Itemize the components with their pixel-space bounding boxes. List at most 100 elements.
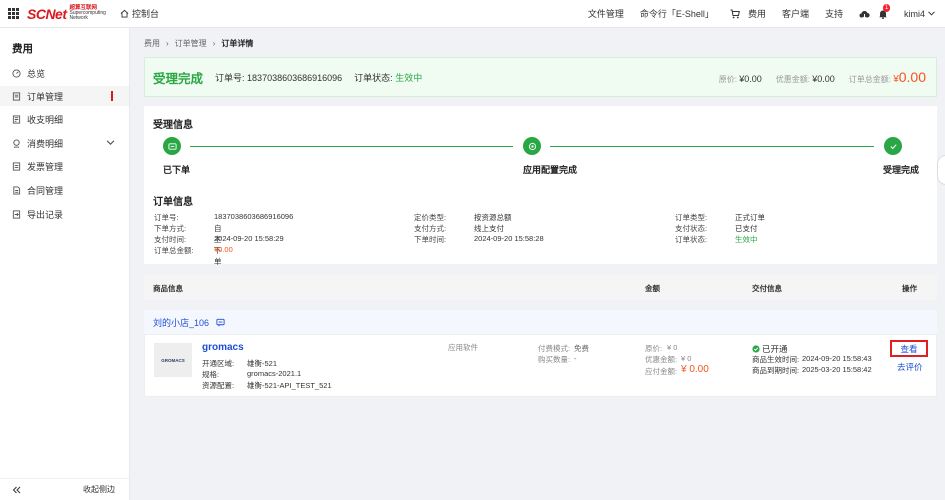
end-value: 2025-03-20 15:58:42 (802, 365, 872, 374)
col-amount: 金额 (645, 284, 660, 293)
effective-time: 商品生效时间: 2024-09-20 15:58:43 (752, 354, 872, 365)
info-key: 订单类型: (675, 213, 708, 222)
info-key: 定价类型: (414, 213, 447, 222)
sidebar-collapse[interactable]: 收起侧边 (0, 478, 129, 500)
sidebar-item-contract[interactable]: 合同管理 (0, 180, 129, 200)
console-link[interactable]: 控制台 (120, 7, 159, 20)
order-detail-card: 受理信息 已下单 应用配置完成 受理完成 订单信息 订单号: 1837038603… (144, 106, 937, 266)
progress-line (190, 146, 513, 147)
product-name[interactable]: gromacs (202, 342, 244, 353)
col-action: 操作 (902, 284, 917, 293)
breadcrumb-separator: › (166, 39, 169, 48)
collapse-label: 收起侧边 (83, 485, 115, 494)
info-pay-status: 支付状态: 已支付 (675, 223, 758, 234)
chevron-down-icon (928, 11, 935, 16)
double-chevron-left-icon (12, 486, 21, 493)
total-label: 订单总金额: (848, 75, 891, 84)
rate-link[interactable]: 去评价 (897, 361, 923, 373)
info-key: 下单时间: (414, 235, 447, 244)
sidebar-item-label: 收支明细 (27, 114, 64, 125)
info-value: 正式订单 (735, 213, 765, 222)
cart-icon[interactable] (730, 9, 740, 19)
info-value: 按资源总额 (474, 213, 512, 222)
breadcrumb-cost[interactable]: 费用 (144, 38, 160, 49)
info-pay-time: 支付时间: 2024-09-20 15:58:29 (154, 234, 284, 245)
notification-badge: 1 (882, 3, 891, 12)
total-value: 0.00 (898, 69, 926, 85)
order-info-title: 订单信息 (153, 197, 193, 208)
settings-icon (528, 142, 536, 150)
info-order-no: 订单号: 1837038603686916096 (154, 212, 293, 223)
step-label-configured: 应用配置完成 (523, 165, 578, 175)
sidebar-item-ledger[interactable]: 收支明细 (0, 109, 129, 129)
check-circle-icon (752, 345, 760, 353)
cost-link[interactable]: 费用 (748, 7, 766, 20)
chevron-down-icon (106, 140, 115, 145)
spec-label: 规格: (202, 370, 220, 379)
breadcrumb-orders[interactable]: 订单管理 (175, 38, 207, 49)
info-key: 订单总金额: (154, 246, 194, 255)
message-icon (167, 142, 177, 150)
sidebar: 费用 总览 订单管理 收支明细 消费明细 发票管理 合同管理 导出记录 收起侧边 (0, 28, 130, 500)
sidebar-item-consumption[interactable]: 消费明细 (0, 133, 129, 153)
step-ordered (163, 137, 181, 155)
start-value: 2024-09-20 15:58:43 (802, 354, 872, 363)
check-icon (889, 143, 897, 149)
user-menu[interactable]: kimi4 (904, 9, 935, 19)
start-label: 商品生效时间: (752, 355, 800, 364)
invoice-icon (12, 161, 21, 171)
info-key: 支付方式: (414, 224, 447, 233)
order-no-label: 订单号: (215, 72, 245, 83)
col-product-info: 商品信息 (153, 284, 183, 293)
payable-label: 应付金额: (645, 367, 678, 376)
app-grid-icon[interactable] (8, 7, 20, 20)
info-value: 生效中 (735, 235, 758, 244)
contract-icon (13, 185, 21, 195)
product-resource: 资源配置: 雄衡-521-API_TEST_521 (202, 380, 332, 391)
step-accepted (884, 137, 902, 155)
view-button[interactable]: 查看 (890, 340, 928, 357)
sidebar-item-overview[interactable]: 总览 (0, 63, 129, 83)
order-no-value: 1837038603686916096 (247, 72, 343, 83)
end-label: 商品到期时间: (752, 366, 800, 375)
info-key: 订单号: (154, 213, 179, 222)
scnet-logo[interactable]: SCNet 超算互联网 Supercomputing Network (27, 5, 106, 21)
pay-mode-value: 免费 (574, 344, 589, 353)
spec-value: gromacs-2021.1 (247, 369, 302, 378)
discount-value: ¥0.00 (812, 74, 835, 84)
payable-value: ¥ 0.00 (681, 364, 709, 375)
home-icon (120, 9, 129, 18)
sidebar-item-export[interactable]: 导出记录 (0, 204, 129, 224)
breadcrumb-separator: › (212, 39, 216, 48)
shop-name[interactable]: 刘的小店_106 (153, 316, 209, 329)
info-key: 下单方式: (154, 224, 187, 233)
eshell-link[interactable]: 命令行「E-Shell」 (640, 7, 714, 20)
info-pay-method: 支付方式: 线上支付 (414, 223, 504, 234)
item-discount-label: 优惠金额: (645, 355, 678, 364)
sidebar-item-invoice[interactable]: 发票管理 (0, 156, 129, 176)
order-state-value: 生效中 (395, 72, 423, 83)
support-link[interactable]: 支持 (825, 7, 843, 20)
notification-bell[interactable]: 1 (878, 3, 891, 19)
info-value: 2024-09-20 15:58:29 (214, 234, 284, 243)
item-discount-value: ¥ 0 (681, 354, 692, 363)
sidebar-item-orders[interactable]: 订单管理 (0, 86, 129, 106)
chat-icon[interactable] (216, 318, 225, 327)
info-value: 线上支付 (474, 224, 504, 233)
product-spec: 规格: gromacs-2021.1 (202, 369, 301, 380)
side-drawer-handle[interactable] (937, 155, 945, 185)
quantity: 购买数量: - (538, 354, 577, 365)
client-link[interactable]: 客户端 (782, 7, 809, 20)
info-key: 订单状态: (675, 235, 708, 244)
shop-row: 刘的小店_106 (144, 310, 937, 334)
orig-price-label: 原价: (718, 75, 737, 84)
sidebar-item-label: 合同管理 (27, 185, 64, 196)
expire-time: 商品到期时间: 2025-03-20 15:58:42 (752, 365, 872, 376)
export-icon (12, 209, 21, 219)
dashboard-icon (12, 68, 21, 78)
sidebar-item-label: 消费明细 (27, 138, 64, 149)
ledger-icon (12, 114, 21, 124)
file-manager-link[interactable]: 文件管理 (588, 7, 624, 20)
info-value: 已支付 (735, 224, 758, 233)
cloud-download-icon[interactable] (859, 9, 870, 19)
